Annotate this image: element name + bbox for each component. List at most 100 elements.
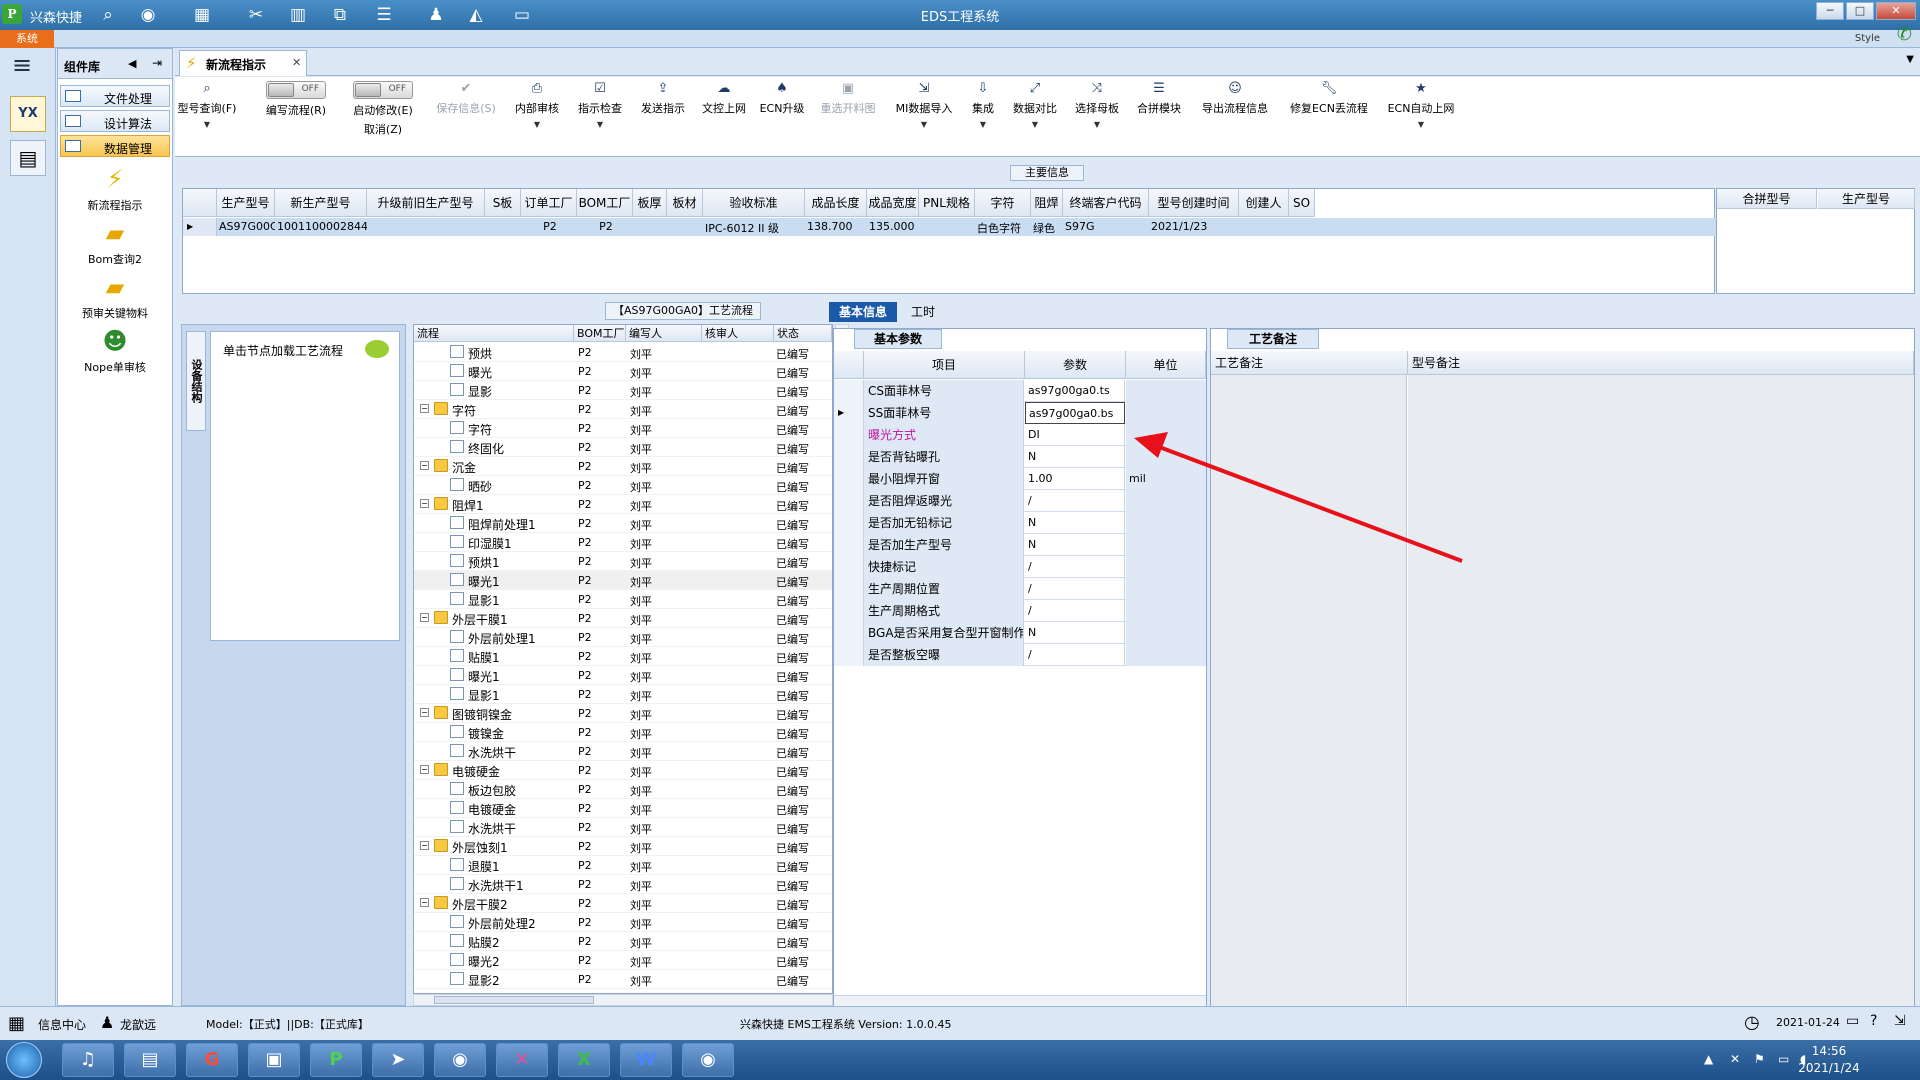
tree-row[interactable]: 预烘1 P2 刘平 已编写: [414, 552, 832, 571]
tree-row[interactable]: 显影1 P2 刘平 已编写: [414, 685, 832, 704]
maximize-button[interactable]: □: [1846, 2, 1874, 20]
tree-row[interactable]: 阻焊前处理1 P2 刘平 已编写: [414, 514, 832, 533]
table-cell[interactable]: P2: [579, 220, 633, 233]
column-header[interactable]: 合拼型号: [1717, 189, 1817, 209]
tab-basic-info[interactable]: 基本信息: [829, 302, 897, 322]
column-header[interactable]: 新生产型号: [275, 189, 367, 217]
instruction-check-button[interactable]: ☑ 指示检查 ▼: [570, 81, 630, 129]
param-row[interactable]: CS面菲林号 as97g00ga0.ts: [834, 380, 1206, 402]
table-cell[interactable]: S97G: [1065, 220, 1149, 233]
tree-row[interactable]: 水洗烘干 P2 刘平 已编写: [414, 742, 832, 761]
tree-row[interactable]: 水洗烘干 P2 刘平 已编写: [414, 818, 832, 837]
tree-row[interactable]: 外层前处理2 P2 刘平 已编写: [414, 913, 832, 932]
nav-data-management[interactable]: 数据管理: [60, 135, 170, 157]
tree-row[interactable]: − 外层干膜1 P2 刘平 已编写: [414, 609, 832, 628]
tree-row[interactable]: 曝光1 P2 刘平 已编写: [414, 571, 832, 590]
column-header[interactable]: BOM工厂: [577, 189, 633, 217]
select-motherboard-button[interactable]: ⤨ 选择母板 ▼: [1067, 81, 1127, 129]
param-row[interactable]: BGA是否采用复合型开窗制作 N: [834, 622, 1206, 644]
tree-row[interactable]: 显影2 P2 刘平 已编写: [414, 970, 832, 989]
save-icon[interactable]: ▣: [248, 1043, 300, 1077]
column-header[interactable]: 编写人: [626, 325, 702, 342]
chevron-down-icon[interactable]: ▼: [1906, 54, 1914, 65]
param-row[interactable]: 生产周期位置 /: [834, 578, 1206, 600]
column-header[interactable]: SO: [1289, 189, 1315, 217]
ecn-upgrade-button[interactable]: ♠ ECN升级: [755, 81, 809, 116]
column-header[interactable]: 生产型号: [1818, 189, 1915, 209]
tree-row[interactable]: − 图镀铜镍金 P2 刘平 已编写: [414, 704, 832, 723]
table-cell[interactable]: 10011000028446: [277, 220, 367, 233]
tree-row[interactable]: 字符 P2 刘平 已编写: [414, 419, 832, 438]
tree-row[interactable]: 外层前处理1 P2 刘平 已编写: [414, 628, 832, 647]
tree-row[interactable]: 镀镍金 P2 刘平 已编写: [414, 723, 832, 742]
horizontal-scrollbar[interactable]: [413, 994, 833, 1006]
param-row[interactable]: 生产周期格式 /: [834, 600, 1206, 622]
chevron-down-icon[interactable]: ▼: [177, 120, 237, 129]
chevron-down-icon[interactable]: ▼: [1067, 120, 1127, 129]
column-header[interactable]: 板厚: [633, 189, 667, 217]
column-header[interactable]: PNL规格: [919, 189, 975, 217]
start-edit-toggle[interactable]: OFF 启动修改(E) 取消(Z): [345, 81, 421, 137]
table-cell[interactable]: 135.000: [869, 220, 919, 233]
table-cell[interactable]: 绿色: [1033, 220, 1063, 236]
tree-row[interactable]: 印湿膜1 P2 刘平 已编写: [414, 533, 832, 552]
collapse-icon[interactable]: −: [420, 404, 429, 413]
item-new-flow-instruction[interactable]: ⚡ 新流程指示: [58, 165, 172, 217]
item-nope-review[interactable]: ☻ Nope单审核: [58, 327, 172, 377]
model-query-button[interactable]: ⌕ 型号查询(F) ▼: [177, 81, 237, 129]
toggle-switch[interactable]: OFF: [353, 81, 413, 99]
param-value[interactable]: N: [1025, 512, 1125, 534]
system-tab[interactable]: 系统: [0, 30, 54, 48]
param-row[interactable]: ▶ SS面菲林号 as97g00ga0.bs: [834, 402, 1206, 424]
column-header[interactable]: 成品宽度: [867, 189, 919, 217]
toggle-switch[interactable]: OFF: [266, 81, 326, 99]
eye-icon[interactable]: ◉: [434, 1043, 486, 1077]
scrollbar-thumb[interactable]: [434, 996, 594, 1004]
param-value[interactable]: /: [1025, 600, 1125, 622]
param-row[interactable]: 是否加无铅标记 N: [834, 512, 1206, 534]
p-icon[interactable]: P: [310, 1043, 362, 1077]
tree-row[interactable]: − 外层干膜2 P2 刘平 已编写: [414, 894, 832, 913]
process-remark-field[interactable]: [1211, 375, 1407, 1007]
column-header[interactable]: 型号创建时间: [1149, 189, 1239, 217]
tree-row[interactable]: 水洗烘干1 P2 刘平 已编写: [414, 875, 832, 894]
nav-design-algorithm[interactable]: 设计算法: [60, 110, 170, 132]
tree-row[interactable]: − 电镀硬金 P2 刘平 已编写: [414, 761, 832, 780]
tree-row[interactable]: − 外层蚀刻1 P2 刘平 已编写: [414, 837, 832, 856]
chevron-down-icon[interactable]: ▼: [1005, 120, 1065, 129]
plane-icon[interactable]: ➤: [372, 1043, 424, 1077]
collapse-icon[interactable]: −: [420, 499, 429, 508]
collapse-icon[interactable]: −: [420, 708, 429, 717]
column-header[interactable]: BOM工厂: [574, 325, 626, 342]
tree-row[interactable]: 显影1 P2 刘平 已编写: [414, 590, 832, 609]
notepad-icon[interactable]: ▤: [124, 1043, 176, 1077]
tree-row[interactable]: − 沉金 P2 刘平 已编写: [414, 457, 832, 476]
cancel-label[interactable]: 取消(Z): [345, 121, 421, 137]
collapse-icon[interactable]: −: [420, 765, 429, 774]
save-info-button[interactable]: ✔ 保存信息(S): [428, 81, 504, 116]
param-value[interactable]: /: [1025, 578, 1125, 600]
column-header[interactable]: 板材: [667, 189, 703, 217]
yx-module-icon[interactable]: YX: [10, 96, 46, 132]
start-button[interactable]: [6, 1042, 42, 1078]
tray-app-icon[interactable]: ✕: [1730, 1052, 1740, 1066]
chevron-down-icon[interactable]: ▼: [1379, 120, 1463, 129]
tree-row[interactable]: 晒砂 P2 刘平 已编写: [414, 476, 832, 495]
item-bom-query2[interactable]: ▰ Bom查询2: [58, 219, 172, 269]
minimize-button[interactable]: ─: [1816, 2, 1844, 20]
table-cell[interactable]: 白色字符: [977, 220, 1031, 236]
param-row[interactable]: 是否整板空曝 /: [834, 644, 1206, 666]
tree-row[interactable]: 曝光2 P2 刘平 已编写: [414, 951, 832, 970]
column-header[interactable]: 单位: [1126, 351, 1206, 379]
flag-icon[interactable]: ⚑: [1754, 1052, 1765, 1066]
param-value[interactable]: 1.00: [1025, 468, 1125, 490]
param-value[interactable]: DI: [1025, 424, 1125, 446]
chevron-down-icon[interactable]: ▼: [570, 120, 630, 129]
eye-icon[interactable]: ◉: [682, 1043, 734, 1077]
column-header[interactable]: 工艺备注: [1211, 351, 1408, 375]
tree-row[interactable]: 板边包胶 P2 刘平 已编写: [414, 780, 832, 799]
collapse-icon[interactable]: −: [420, 898, 429, 907]
music-icon[interactable]: ♫: [62, 1043, 114, 1077]
ecn-auto-online-button[interactable]: ★ ECN自动上网 ▼: [1379, 81, 1463, 129]
table-cell[interactable]: AS97G00GA0: [219, 220, 275, 233]
